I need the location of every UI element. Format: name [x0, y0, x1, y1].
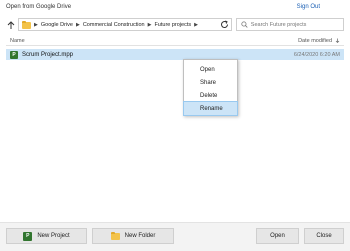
sort-descending-icon	[335, 38, 340, 43]
navigation-toolbar: ▶ Google Drive ▶ Commercial Construction…	[6, 18, 344, 32]
column-header-date-modified[interactable]: Date modified	[298, 38, 344, 44]
search-icon	[241, 21, 248, 28]
new-project-label: New Project	[37, 233, 70, 239]
new-project-button[interactable]: P New Project	[6, 228, 87, 244]
project-file-icon: P	[23, 231, 33, 241]
open-from-google-drive-dialog: Open from Google Drive Sign Out ▶ Google…	[0, 0, 350, 251]
project-file-icon: P	[10, 50, 18, 59]
search-input[interactable]	[250, 21, 343, 28]
open-button[interactable]: Open	[256, 228, 299, 244]
breadcrumb-item-future-projects[interactable]: Future projects	[154, 22, 191, 28]
folder-icon	[22, 20, 31, 29]
breadcrumb-separator: ▶	[194, 21, 198, 28]
column-header-name[interactable]: Name	[6, 38, 25, 44]
breadcrumb-item-commercial-construction[interactable]: Commercial Construction	[83, 22, 145, 28]
file-row-scrum-project[interactable]: P Scrum Project.mpp 6/24/2020 6:20 AM	[6, 49, 344, 60]
close-button[interactable]: Close	[304, 228, 344, 244]
arrow-up-icon-glyph	[7, 20, 15, 29]
title-bar: Open from Google Drive Sign Out	[0, 0, 350, 14]
breadcrumb-separator: ▶	[147, 21, 152, 28]
search-box[interactable]	[236, 18, 344, 31]
dialog-title: Open from Google Drive	[6, 4, 72, 10]
file-name-cell: P Scrum Project.mpp	[10, 50, 74, 59]
breadcrumb-separator: ▶	[34, 21, 38, 28]
column-header-date-label: Date modified	[298, 37, 332, 44]
sign-out-link[interactable]: Sign Out	[297, 4, 320, 10]
file-context-menu: Open Share Delete Rename	[183, 59, 238, 116]
file-list-header: Name Date modified	[6, 36, 344, 46]
new-folder-label: New Folder	[124, 233, 156, 239]
file-name: Scrum Project.mpp	[22, 51, 74, 58]
menu-item-rename[interactable]: Rename	[183, 101, 238, 116]
folder-icon	[110, 231, 120, 241]
breadcrumb-separator: ▶	[75, 21, 80, 28]
breadcrumb-item-google-drive[interactable]: Google Drive	[41, 22, 73, 28]
breadcrumb[interactable]: ▶ Google Drive ▶ Commercial Construction…	[18, 18, 232, 31]
menu-item-share[interactable]: Share	[184, 76, 237, 89]
file-date-modified: 6/24/2020 6:20 AM	[293, 51, 340, 58]
arrow-up-icon[interactable]	[6, 19, 16, 31]
new-folder-button[interactable]: New Folder	[92, 228, 174, 244]
menu-item-open[interactable]: Open	[184, 63, 237, 76]
refresh-icon-glyph	[220, 20, 228, 28]
refresh-icon[interactable]	[218, 18, 230, 31]
dialog-footer: P New Project New Folder Open Close	[0, 222, 350, 251]
menu-item-delete[interactable]: Delete	[184, 89, 237, 102]
